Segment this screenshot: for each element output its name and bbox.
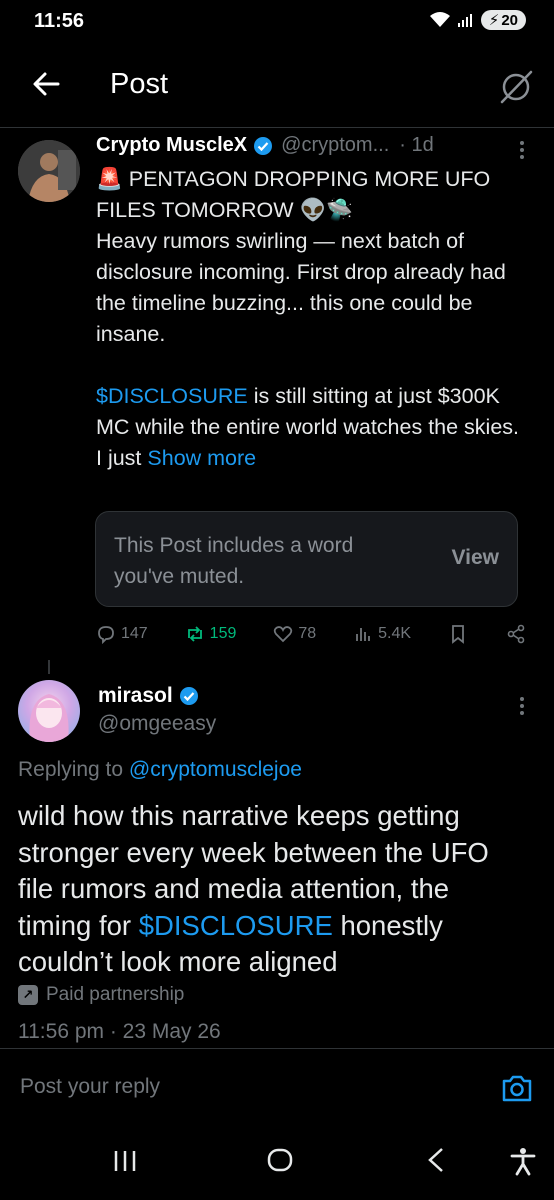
paid-partnership-label: ↗ Paid partnership	[18, 984, 184, 1006]
avatar-crypto-musclex[interactable]	[18, 140, 80, 202]
header-divider	[0, 127, 554, 128]
recent-apps-icon[interactable]	[112, 1148, 138, 1174]
accessibility-icon[interactable]	[508, 1146, 538, 1176]
system-back-icon[interactable]	[426, 1146, 446, 1174]
replying-prefix: Replying to	[18, 758, 129, 781]
muted-content-notice: This Post includes a word you've muted. …	[95, 511, 518, 607]
post-line-rumors: Heavy rumors swirling — next batch of di…	[96, 229, 506, 346]
post-actions: 147 159 78 5.4K	[95, 622, 527, 646]
post-line-headline: 🚨 PENTAGON DROPPING MORE UFO FILES TOMOR…	[96, 167, 491, 222]
battery-indicator: ⚡ 20	[480, 10, 526, 30]
post-text: 🚨 PENTAGON DROPPING MORE UFO FILES TOMOR…	[96, 164, 526, 474]
paid-partnership-icon: ↗	[18, 985, 38, 1005]
home-icon[interactable]	[266, 1146, 294, 1174]
reply-input[interactable]	[18, 1074, 422, 1100]
post-age: · 1d	[399, 134, 434, 156]
heart-icon	[274, 626, 293, 643]
post-line-last: I just Show more	[96, 443, 526, 474]
reply-action[interactable]: 147	[95, 623, 148, 645]
avatar-mirasol[interactable]	[18, 680, 80, 742]
replying-to-handle[interactable]: @cryptomusclejoe	[129, 758, 302, 781]
view-button[interactable]: View	[452, 546, 499, 570]
more-options-icon[interactable]	[512, 138, 532, 162]
views-chart-icon	[356, 628, 371, 641]
page-title: Post	[110, 68, 169, 100]
back-arrow-icon[interactable]	[28, 66, 64, 102]
share-icon	[507, 624, 525, 644]
author-handle[interactable]: @cryptom...	[281, 134, 389, 157]
reply-author-row: mirasol	[98, 684, 199, 708]
bookmark-action[interactable]	[447, 623, 469, 645]
verified-badge-icon	[179, 687, 198, 705]
reply-author-name[interactable]: mirasol	[98, 684, 173, 708]
reply-icon	[98, 626, 114, 645]
repost-icon	[187, 626, 202, 642]
thread-connector	[48, 660, 50, 674]
paid-partnership-text: Paid partnership	[46, 984, 185, 1005]
signal-icon	[457, 14, 472, 27]
post-line-ticker: $DISCLOSURE is still sitting at just $30…	[96, 381, 526, 443]
status-time: 11:56	[34, 10, 85, 32]
repost-action[interactable]: 159	[184, 623, 237, 645]
charging-icon: ⚡	[488, 12, 500, 29]
show-more-link[interactable]: Show more	[147, 446, 256, 470]
ticker-link[interactable]: $DISCLOSURE	[96, 384, 248, 408]
verified-badge-icon	[254, 136, 273, 155]
reply-text: wild how this narrative keeps getting st…	[18, 798, 518, 981]
views-action[interactable]: 5.4K	[352, 623, 411, 645]
reply-ticker-link[interactable]: $DISCLOSURE	[139, 910, 333, 941]
reply-author-handle[interactable]: @omgeeasy	[98, 712, 216, 736]
muted-notice-text: This Post includes a word you've muted.	[114, 534, 354, 588]
post-header: Crypto MuscleX @cryptom... · 1d	[96, 134, 434, 157]
wifi-icon	[429, 12, 450, 27]
status-icons: ⚡ 20	[429, 10, 526, 30]
repost-count: 159	[209, 625, 237, 642]
grok-icon[interactable]	[496, 66, 536, 106]
last-line-text: I just	[96, 446, 148, 470]
like-count: 78	[298, 625, 317, 642]
view-count: 5.4K	[378, 625, 412, 642]
post-timestamp: 11:56 pm · 23 May 26	[18, 1020, 221, 1043]
like-action[interactable]: 78	[272, 623, 316, 645]
replying-to: Replying to @cryptomusclejoe	[18, 758, 302, 782]
reply-count: 147	[121, 625, 148, 642]
share-action[interactable]	[505, 623, 527, 645]
bookmark-icon	[452, 625, 464, 644]
author-name[interactable]: Crypto MuscleX	[96, 134, 247, 157]
battery-level: 20	[501, 11, 518, 29]
more-options-icon[interactable]	[512, 694, 532, 718]
camera-icon[interactable]	[500, 1072, 534, 1104]
